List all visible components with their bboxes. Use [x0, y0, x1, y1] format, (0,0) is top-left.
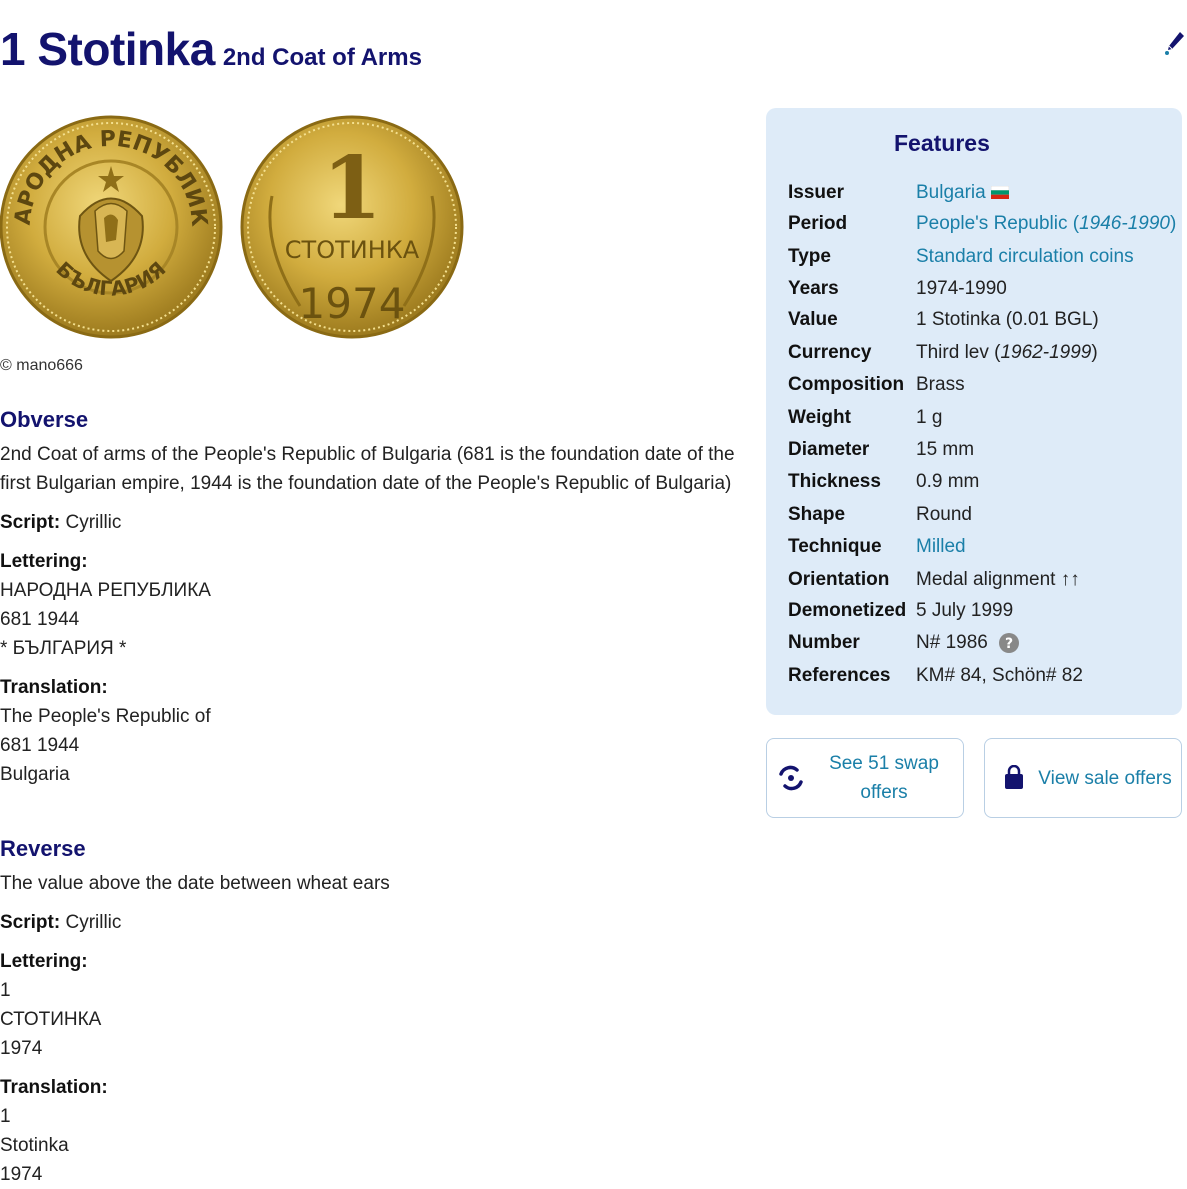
- svg-text:?: ?: [1005, 636, 1013, 652]
- obverse-lettering-line: * БЪЛГАРИЯ *: [0, 638, 127, 659]
- coin-variant: 2nd Coat of Arms: [222, 44, 422, 71]
- features-title: Features: [894, 130, 990, 156]
- edit-pen-icon[interactable]: [1164, 30, 1186, 56]
- swap-offers-button[interactable]: See 51 swap offers: [766, 738, 964, 818]
- reverse-translation-line: 1974: [0, 1164, 43, 1185]
- reverse-lettering-line: 1: [0, 980, 11, 1001]
- obverse-lettering-line: 681 1944: [0, 609, 80, 630]
- swap-label-line2: offers: [860, 782, 908, 803]
- sale-offers-button[interactable]: View sale offers: [984, 738, 1182, 818]
- references-value[interactable]: KM# 84, Schön# 82: [916, 665, 1083, 687]
- obverse-lettering-line: НАРОДНА РЕПУБЛИКА: [0, 580, 211, 601]
- reverse-year: 1974: [299, 279, 406, 328]
- type-link[interactable]: Standard circulation coins: [916, 246, 1134, 268]
- swap-icon: [779, 765, 803, 791]
- period-link[interactable]: People's Republic (1946-1990): [916, 213, 1176, 235]
- obverse-translation-label: Translation:: [0, 677, 108, 698]
- help-icon[interactable]: ?: [999, 632, 1020, 653]
- technique-link[interactable]: Milled: [916, 536, 966, 558]
- obverse-description: 2nd Coat of arms of the People's Republi…: [0, 444, 735, 494]
- obverse-coin[interactable]: НАРОДНА РЕПУБЛИКА БЪЛГАРИЯ: [0, 106, 223, 339]
- coin-description: Obverse 2nd Coat of arms of the People's…: [0, 400, 760, 1189]
- sale-label: View sale offers: [1038, 768, 1172, 789]
- obverse-heading: Obverse: [0, 407, 89, 432]
- features-panel: Features Issuer Bulgaria Period People's…: [766, 108, 1182, 715]
- coin-name: 1 Stotinka: [0, 23, 215, 75]
- reverse-translation-line: Stotinka: [0, 1135, 69, 1156]
- reverse-coin[interactable]: 1 СТОТИНКА 1974: [240, 115, 464, 339]
- swap-label-line1: See 51 swap: [829, 753, 939, 774]
- reverse-description: The value above the date between wheat e…: [0, 873, 390, 894]
- reverse-translation-line: 1: [0, 1106, 11, 1127]
- reverse-translation-label: Translation:: [0, 1077, 108, 1098]
- reverse-value: 1: [322, 138, 382, 239]
- image-credit: © mano666: [0, 357, 83, 374]
- issuer-link[interactable]: Bulgaria: [916, 182, 986, 203]
- obverse-translation-line: Bulgaria: [0, 764, 70, 785]
- shopping-bag-icon: [1005, 765, 1023, 789]
- bulgaria-flag-icon: [990, 186, 1010, 200]
- coin-images[interactable]: НАРОДНА РЕПУБЛИКА БЪЛГАРИЯ 1 СТОТИНКА 19…: [0, 106, 470, 348]
- reverse-word: СТОТИНКА: [285, 236, 420, 264]
- page-title: 1 Stotinka 2nd Coat of Arms: [0, 22, 422, 76]
- obverse-lettering-label: Lettering:: [0, 551, 88, 572]
- obverse-script: Script: Cyrillic: [0, 512, 122, 533]
- reverse-script: Script: Cyrillic: [0, 912, 122, 933]
- obverse-translation-line: The People's Republic of: [0, 706, 211, 727]
- obverse-translation-line: 681 1944: [0, 735, 80, 756]
- reverse-lettering-line: СТОТИНКА: [0, 1009, 102, 1030]
- reverse-lettering-line: 1974: [0, 1038, 43, 1059]
- reverse-lettering-label: Lettering:: [0, 951, 88, 972]
- reverse-heading: Reverse: [0, 836, 86, 861]
